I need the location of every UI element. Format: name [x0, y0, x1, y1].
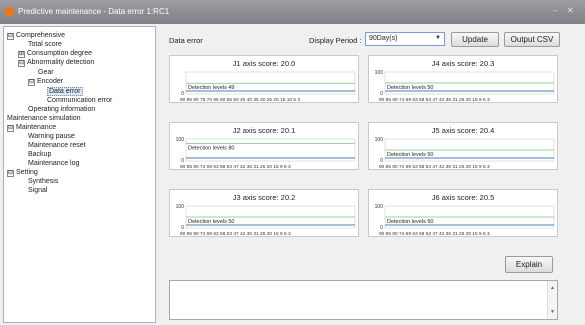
- detection-level-label: Detection levels 50: [387, 219, 433, 225]
- x-tick-labels: 90 85 80 75 70 65 60 55 50 45 40 35 30 2…: [180, 97, 300, 103]
- log-scrollbar[interactable]: ▲ ▼: [547, 281, 557, 319]
- collapse-icon[interactable]: ⊟: [18, 60, 25, 67]
- tree-node-maintenance-simulation[interactable]: Maintenance simulation: [7, 114, 81, 123]
- tree-node-synthesis[interactable]: Synthesis: [28, 177, 58, 186]
- x-tick-labels: 90 85 80 74 69 63 58 53 47 42 36 31 26 2…: [180, 231, 291, 237]
- y-max-label: 100: [375, 70, 384, 76]
- y-min-label: 0: [380, 158, 383, 164]
- tree-node-operating-information[interactable]: Operating information: [28, 105, 95, 114]
- axis-panel-j6: J6 axis score: 20.5 Detection levels 50 1…: [368, 189, 558, 237]
- tree-node-communication-error[interactable]: Communication error: [47, 96, 112, 105]
- detection-level-label: Detection levels 50: [387, 85, 433, 91]
- y-max-label: 100: [176, 204, 185, 210]
- collapse-icon[interactable]: ⊟: [7, 170, 14, 177]
- display-period-value: 90Day(s): [369, 35, 398, 42]
- tree-node-label: Comprehensive: [16, 32, 66, 39]
- tree-node-gear[interactable]: Gear: [38, 68, 54, 77]
- tree-node-maintenance-log[interactable]: Maintenance log: [28, 159, 79, 168]
- detection-level-label: Detection levels 80: [188, 145, 234, 151]
- axis-chart-j3: Detection levels 50 100 090 85 80 74 69 63…: [176, 204, 356, 237]
- tree-node-abnormality-detection[interactable]: ⊟ Abnormality detection: [18, 58, 94, 67]
- tree-node-signal[interactable]: Signal: [28, 186, 47, 195]
- collapse-icon[interactable]: ⊟: [28, 79, 35, 86]
- axis-chart-j1: Detection levels 49 090 85 80 75 70 65 60…: [180, 71, 356, 103]
- tree-node-label: Maintenance: [16, 124, 57, 131]
- x-tick-labels: 90 85 80 74 69 63 58 53 47 42 36 31 26 2…: [379, 231, 490, 237]
- section-label: Data error: [169, 36, 203, 45]
- tree-node-data-error[interactable]: Data error: [47, 87, 83, 96]
- axis-chart-j5: Detection levels 50 100 090 85 80 74 69 63…: [375, 137, 555, 170]
- title-bar: Predictive maintenance - Data error 1:RC…: [0, 0, 585, 24]
- tree-node-warning-pause[interactable]: Warning pause: [28, 132, 75, 141]
- tree-node-label: Maintenance log: [28, 160, 80, 167]
- collapse-icon[interactable]: ⊟: [7, 125, 14, 132]
- y-max-label: 100: [176, 137, 185, 143]
- x-tick-labels: 90 85 80 74 69 63 58 53 47 42 36 31 26 2…: [180, 164, 291, 170]
- tree-node-label: Operating information: [28, 106, 96, 113]
- scroll-up-arrow-icon[interactable]: ▲: [550, 285, 555, 291]
- close-button[interactable]: ✕: [567, 6, 574, 15]
- tree-node-setting[interactable]: ⊟ Setting: [7, 168, 38, 177]
- y-max-label: 100: [375, 204, 384, 210]
- detection-level-label: Detection levels 50: [188, 219, 234, 225]
- x-tick-labels: 90 85 80 74 69 63 58 53 47 42 36 31 26 2…: [379, 164, 490, 170]
- tree-node-label: Abnormality detection: [27, 59, 95, 66]
- scroll-down-arrow-icon[interactable]: ▼: [550, 309, 555, 315]
- x-tick-labels: 90 85 80 74 69 63 58 53 47 42 36 31 26 2…: [379, 97, 490, 103]
- expand-icon[interactable]: ⊞: [18, 51, 25, 58]
- y-min-label: 0: [380, 225, 383, 231]
- main-panel: Data error Display Period : 90Day(s) ▼ U…: [158, 26, 583, 323]
- collapse-icon[interactable]: ⊟: [7, 33, 14, 40]
- tree-node-label: Maintenance reset: [28, 142, 86, 149]
- tree-node-label: Warning pause: [28, 133, 75, 140]
- output-csv-button[interactable]: Output CSV: [504, 32, 560, 47]
- detection-level-label: Detection levels 49: [188, 85, 234, 91]
- tree-node-comprehensive[interactable]: ⊟ Comprehensive: [7, 31, 65, 40]
- tree-node-label: Consumption degree: [27, 50, 92, 57]
- dropdown-arrow-icon[interactable]: ▼: [435, 35, 441, 41]
- tree-node-label: Synthesis: [28, 178, 59, 185]
- axis-panel-j1: J1 axis score: 20.0 Detection levels 49 0…: [169, 55, 359, 103]
- tree-node-backup[interactable]: Backup: [28, 150, 51, 159]
- axis-chart-j2: Detection levels 80100 090 85 80 74 69 63…: [176, 137, 356, 170]
- axis-panel-j2: J2 axis score: 20.1 Detection levels 80 1…: [169, 122, 359, 170]
- axis-panel-j4: J4 axis score: 20.3 Detection levels 50 1…: [368, 55, 558, 103]
- axis-chart-j6: Detection levels 50 100 090 85 80 74 69 63…: [375, 204, 555, 237]
- y-min-label: 0: [181, 225, 184, 231]
- y-min-label: 0: [181, 91, 184, 97]
- axis-chart-j4: Detection levels 50 100 090 85 80 74 69 63…: [375, 70, 555, 103]
- tree-node-consumption-degree[interactable]: ⊞ Consumption degree: [18, 49, 92, 58]
- tree-node-maintenance-reset[interactable]: Maintenance reset: [28, 141, 86, 150]
- explain-button[interactable]: Explain: [505, 256, 553, 273]
- tree-node-label: Setting: [16, 169, 38, 176]
- tree-node-encoder[interactable]: ⊟ Encoder: [28, 77, 63, 86]
- tree-node-label: Communication error: [47, 97, 113, 104]
- window-title: Predictive maintenance - Data error 1:RC…: [18, 7, 170, 16]
- display-period-label: Display Period :: [309, 36, 362, 45]
- tree-node-label: Gear: [38, 69, 54, 76]
- axis-panel-j5: J5 axis score: 20.4 Detection levels 50 1…: [368, 122, 558, 170]
- tree-node-label: Encoder: [37, 78, 64, 85]
- log-textbox[interactable]: ▲ ▼: [169, 280, 558, 320]
- navigation-tree: ⊟ Comprehensive Total score ⊞ Consumption …: [3, 26, 156, 323]
- update-button[interactable]: Update: [451, 32, 499, 47]
- window-content: ⊟ Comprehensive Total score ⊞ Consumption …: [3, 26, 583, 323]
- detection-level-label: Detection levels 50: [387, 152, 433, 158]
- minimize-button[interactable]: –: [553, 6, 557, 15]
- tree-node-maintenance[interactable]: ⊟ Maintenance: [7, 123, 56, 132]
- tree-node-label: Data error: [47, 87, 83, 96]
- tree-node-label: Backup: [28, 151, 52, 158]
- tree-node-label: Total score: [28, 41, 62, 48]
- axis-panel-j3: J3 axis score: 20.2 Detection levels 50 1…: [169, 189, 359, 237]
- y-min-label: 0: [380, 91, 383, 97]
- y-min-label: 0: [181, 158, 184, 164]
- y-max-label: 100: [375, 137, 384, 143]
- tree-node-label: Signal: [28, 187, 48, 194]
- display-period-select[interactable]: 90Day(s) ▼: [365, 32, 445, 46]
- tree-node-label: Maintenance simulation: [7, 115, 81, 122]
- app-icon: [5, 7, 14, 16]
- tree-node-total-score[interactable]: Total score: [28, 40, 62, 49]
